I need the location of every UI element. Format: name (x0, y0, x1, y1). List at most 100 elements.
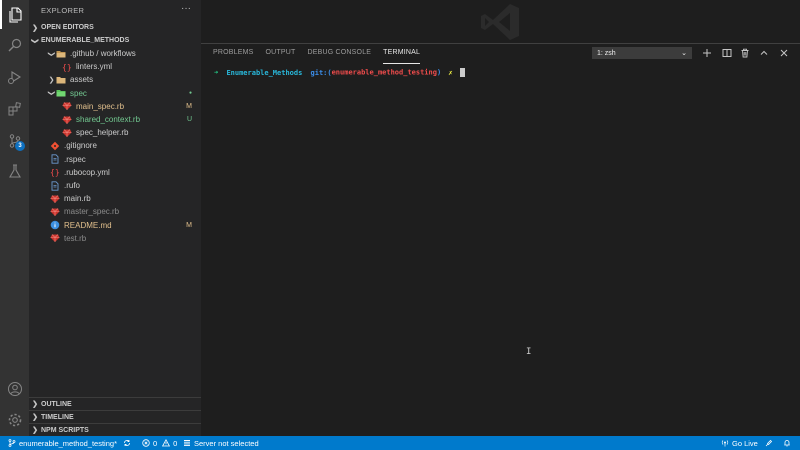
activity-bar: 3 (0, 0, 29, 436)
status-bar: enumerable_method_testing* 0 0 Server no… (0, 436, 800, 450)
tree-item[interactable]: {} .rubocop.yml (29, 166, 201, 179)
trash-icon[interactable] (739, 47, 751, 59)
explorer-icon[interactable] (0, 0, 29, 29)
tree-item[interactable]: .gitignore (29, 139, 201, 152)
chevron-right-icon: ❯ (32, 414, 38, 421)
terminal-select[interactable]: 1: zsh ⌄ (592, 47, 692, 59)
tree-item-label: test.rb (64, 233, 87, 243)
tree-item[interactable]: test.rb (29, 232, 201, 245)
ruby-file-icon (50, 207, 60, 217)
prompt-git-close: ) (436, 68, 442, 77)
prompt-arrow: ➜ (214, 68, 219, 77)
git-file-icon (50, 141, 60, 151)
terminal-cursor (459, 68, 465, 77)
tree-item[interactable]: README.md M (29, 219, 201, 232)
git-decoration: U (186, 116, 192, 123)
folder-spec-file-icon (56, 88, 66, 98)
mouse-ibeam-cursor: I (526, 347, 532, 357)
tab-terminal[interactable]: TERMINAL (383, 49, 421, 64)
problems-status[interactable]: 0 0 (142, 436, 177, 450)
notifications-bell-icon[interactable] (783, 436, 791, 450)
branch-status[interactable]: enumerable_method_testing* (8, 436, 117, 450)
warning-count: 0 (173, 438, 178, 448)
chevron-right-icon: ❯ (32, 427, 38, 434)
error-count: 0 (153, 438, 158, 448)
manage-gear-icon[interactable] (0, 405, 29, 434)
tree-item[interactable]: ❯ spec ● (29, 87, 201, 100)
timeline-section[interactable]: ❯ TIMELINE (29, 410, 201, 423)
tree-item-label: master_spec.rb (64, 207, 120, 217)
run-debug-icon[interactable] (0, 62, 29, 91)
server-status[interactable]: Server not selected (183, 436, 259, 450)
tree-item[interactable]: ❯ assets (29, 73, 201, 86)
npm-scripts-section[interactable]: ❯ NPM SCRIPTS (29, 423, 201, 436)
git-decoration: ● (188, 90, 192, 97)
chevron-down-icon: ⌄ (681, 50, 687, 57)
close-panel-icon[interactable] (778, 47, 790, 59)
folder-open-file-icon (56, 49, 66, 59)
folder-file-icon (56, 75, 66, 85)
git-decoration: M (186, 221, 192, 229)
feedback-icon[interactable] (765, 436, 773, 450)
tab-debug-console[interactable]: DEBUG CONSOLE (307, 49, 371, 64)
sync-status[interactable] (123, 436, 131, 450)
extensions-icon[interactable] (0, 94, 29, 123)
go-live-label: Go Live (732, 438, 758, 448)
new-terminal-icon[interactable] (701, 47, 713, 59)
tree-item[interactable]: spec_helper.rb (29, 126, 201, 139)
timeline-label: TIMELINE (41, 413, 74, 421)
explorer-title: EXPLORER (41, 6, 85, 15)
ruby-file-icon (62, 128, 72, 138)
split-terminal-icon[interactable] (721, 47, 733, 59)
search-icon[interactable] (0, 30, 29, 59)
tree-item[interactable]: shared_context.rb U (29, 113, 201, 126)
error-icon (142, 439, 150, 447)
tab-output[interactable]: OUTPUT (266, 49, 296, 64)
chevron-right-icon: ❯ (32, 24, 38, 32)
tree-item[interactable]: ❯ .github / workflows (29, 47, 201, 60)
tree-item[interactable]: .rspec (29, 153, 201, 166)
tree-item[interactable]: .rufo (29, 179, 201, 192)
prompt-branch: enumerable_method_testing (331, 68, 437, 77)
maximize-panel-icon[interactable] (758, 47, 770, 59)
prompt-directory: Enumerable_Methods (226, 68, 303, 77)
ruby-file-icon (62, 115, 72, 125)
outline-section[interactable]: ❯ OUTLINE (29, 397, 201, 410)
tree-item-label: linters.yml (76, 62, 113, 72)
tree-item-label: .gitignore (64, 141, 97, 151)
broadcast-icon (721, 440, 729, 447)
tree-item[interactable]: main.rb (29, 192, 201, 205)
git-branch-icon (8, 439, 16, 447)
tree-item-label: assets (70, 75, 94, 85)
branch-name: enumerable_method_testing* (19, 438, 117, 448)
server-label: Server not selected (194, 438, 259, 448)
chevron-down-icon: ❯ (47, 90, 55, 97)
tab-problems[interactable]: PROBLEMS (213, 49, 254, 64)
account-icon[interactable] (0, 374, 29, 403)
explorer-sidebar: EXPLORER ··· ❯ OPEN EDITORS ❯ ENUMERABLE… (29, 0, 201, 436)
file-file-icon (50, 180, 60, 191)
tree-item[interactable]: master_spec.rb (29, 205, 201, 218)
tree-item-label: .github / workflows (70, 49, 136, 58)
project-label: ENUMERABLE_METHODS (41, 37, 130, 44)
testing-icon[interactable] (0, 156, 29, 185)
ruby-file-icon (50, 194, 60, 204)
project-section[interactable]: ❯ ENUMERABLE_METHODS (29, 34, 201, 47)
more-actions-icon[interactable]: ··· (181, 3, 191, 14)
tree-item[interactable]: main_spec.rb M (29, 100, 201, 113)
chevron-down-icon: ❯ (47, 50, 55, 57)
go-live-button[interactable]: Go Live (721, 436, 758, 450)
tree-item-label: shared_context.rb (76, 115, 141, 124)
file-file-icon (50, 154, 60, 164)
tree-item[interactable]: {} linters.yml (29, 60, 201, 73)
editor-area (201, 0, 800, 43)
tree-item-label: spec_helper.rb (76, 128, 129, 138)
svg-text:{}: {} (50, 168, 60, 177)
tree-item-label: main.rb (64, 194, 91, 204)
tree-item-label: README.md (64, 220, 112, 230)
source-control-icon[interactable]: 3 (0, 126, 29, 155)
svg-text:{}: {} (62, 63, 72, 72)
open-editors-section[interactable]: ❯ OPEN EDITORS (29, 21, 201, 34)
ruby-file-icon (62, 101, 72, 111)
terminal-prompt[interactable]: ➜ Enumerable_Methods git:(enumerable_met… (214, 68, 465, 77)
